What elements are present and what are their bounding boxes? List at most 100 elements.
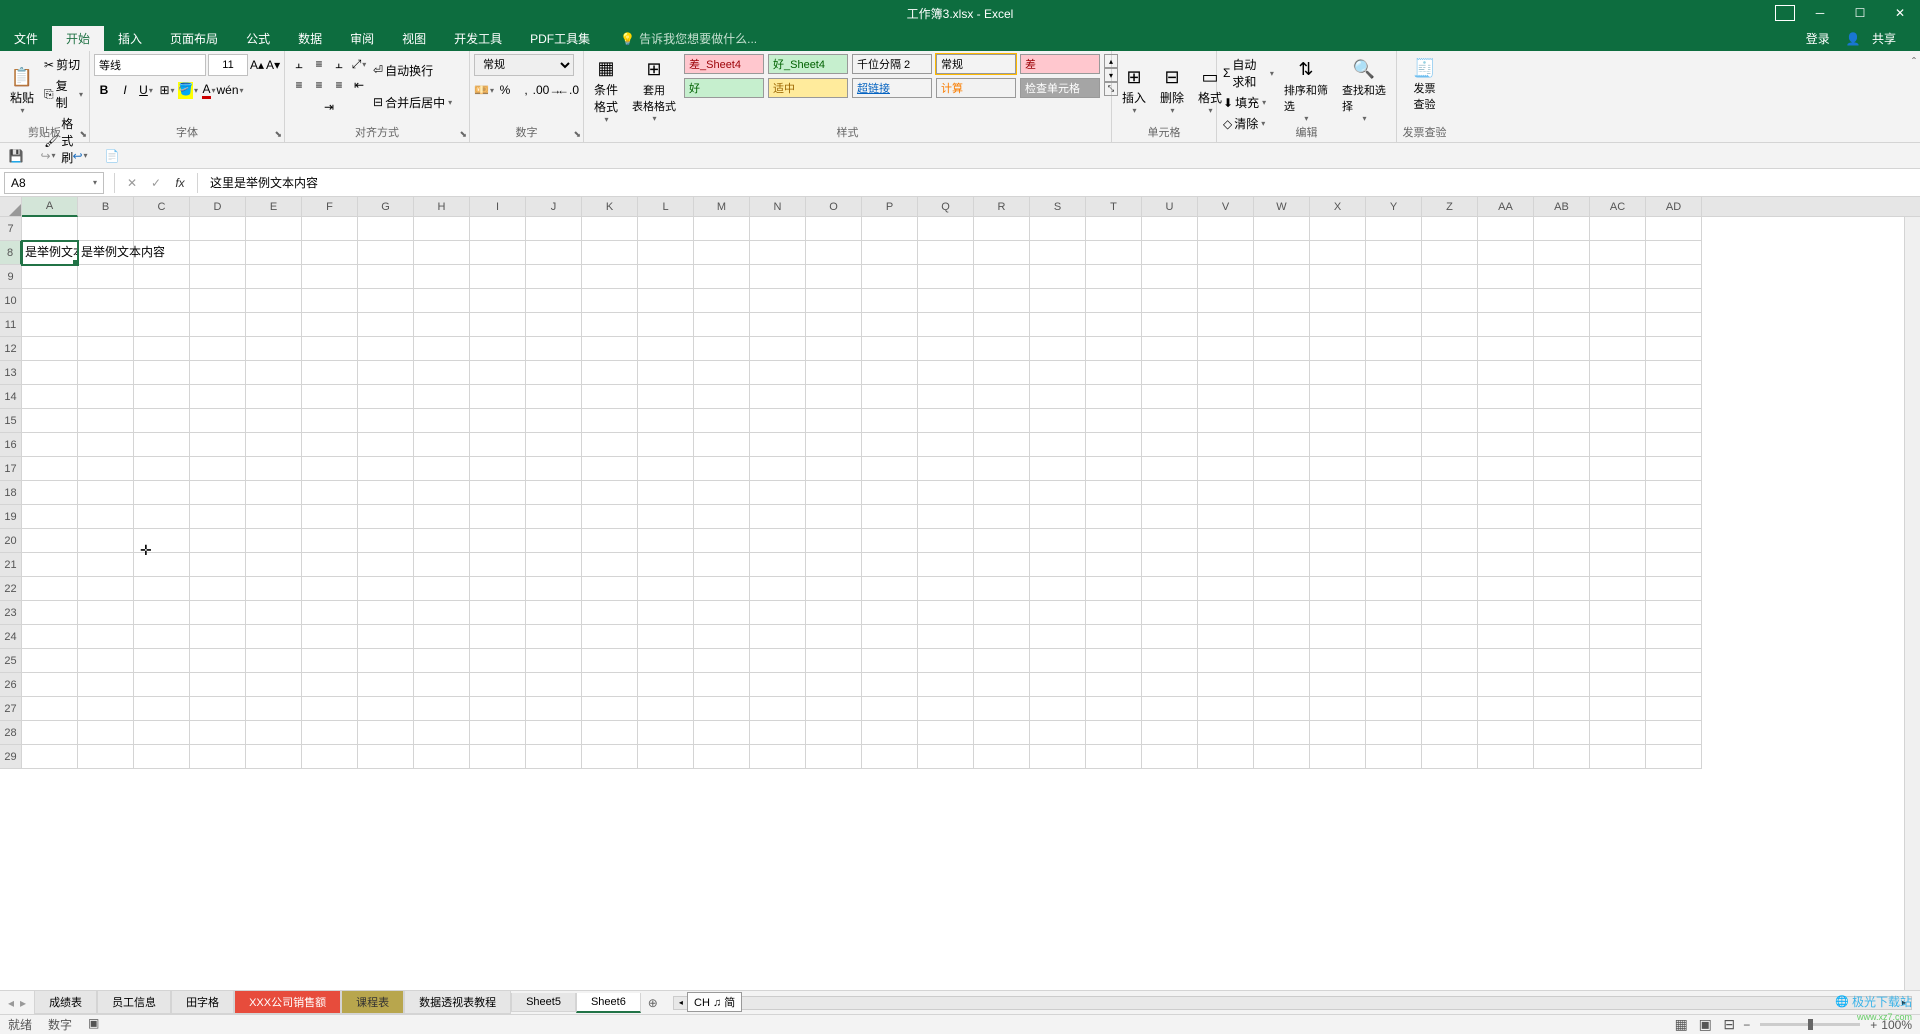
cell[interactable]	[806, 433, 862, 457]
cell[interactable]	[1142, 481, 1198, 505]
cell[interactable]	[918, 625, 974, 649]
cell[interactable]	[1086, 337, 1142, 361]
cell[interactable]	[1590, 313, 1646, 337]
cell[interactable]	[862, 433, 918, 457]
cell[interactable]	[750, 505, 806, 529]
cell[interactable]	[134, 529, 190, 553]
cell[interactable]	[1310, 433, 1366, 457]
cell[interactable]	[1086, 265, 1142, 289]
cell[interactable]	[246, 265, 302, 289]
cell[interactable]	[1422, 433, 1478, 457]
italic-button[interactable]: I	[115, 80, 135, 100]
cell[interactable]	[1310, 529, 1366, 553]
cell[interactable]	[750, 337, 806, 361]
cell[interactable]	[974, 697, 1030, 721]
cell[interactable]	[582, 745, 638, 769]
cell[interactable]	[1310, 601, 1366, 625]
delete-cell-button[interactable]: ⊟删除▾	[1154, 54, 1190, 126]
sheet-tab[interactable]: 数据透视表教程	[404, 991, 511, 1014]
cell[interactable]	[1422, 241, 1478, 265]
font-size-select[interactable]	[208, 54, 248, 76]
cell[interactable]	[1590, 649, 1646, 673]
cell[interactable]	[1422, 337, 1478, 361]
cell[interactable]	[1254, 673, 1310, 697]
cell[interactable]	[1030, 649, 1086, 673]
style-good[interactable]: 好_Sheet4	[768, 54, 848, 74]
indent-dec-button[interactable]: ⇤	[349, 75, 369, 95]
cell[interactable]	[358, 313, 414, 337]
cell[interactable]	[806, 673, 862, 697]
col-header[interactable]: Y	[1366, 197, 1422, 217]
cell[interactable]	[1086, 601, 1142, 625]
cell[interactable]	[1086, 289, 1142, 313]
cell[interactable]	[638, 673, 694, 697]
cell[interactable]	[246, 553, 302, 577]
cell[interactable]	[1366, 217, 1422, 241]
cell[interactable]	[1254, 217, 1310, 241]
cell[interactable]	[358, 385, 414, 409]
cell[interactable]	[414, 385, 470, 409]
cell[interactable]	[1030, 601, 1086, 625]
cell[interactable]	[1534, 577, 1590, 601]
cell[interactable]	[638, 601, 694, 625]
cell[interactable]	[582, 337, 638, 361]
cell[interactable]	[414, 745, 470, 769]
cell[interactable]	[974, 337, 1030, 361]
cell[interactable]	[1086, 625, 1142, 649]
cell[interactable]	[358, 433, 414, 457]
cell[interactable]	[862, 481, 918, 505]
cell[interactable]	[694, 457, 750, 481]
cell[interactable]	[302, 721, 358, 745]
cell[interactable]	[1366, 481, 1422, 505]
cell[interactable]	[358, 337, 414, 361]
cell[interactable]	[638, 409, 694, 433]
cell[interactable]	[358, 649, 414, 673]
cell[interactable]	[1646, 697, 1702, 721]
row-header[interactable]: 13	[0, 361, 22, 385]
cell[interactable]	[246, 697, 302, 721]
cell[interactable]	[694, 721, 750, 745]
cell[interactable]	[190, 745, 246, 769]
cell[interactable]	[918, 265, 974, 289]
cell[interactable]	[302, 625, 358, 649]
cell[interactable]	[694, 529, 750, 553]
cell[interactable]	[1254, 409, 1310, 433]
cell[interactable]	[1590, 337, 1646, 361]
col-header[interactable]: G	[358, 197, 414, 217]
row-header[interactable]: 16	[0, 433, 22, 457]
cell[interactable]	[414, 649, 470, 673]
cell[interactable]	[1422, 721, 1478, 745]
cell[interactable]	[1086, 241, 1142, 265]
cell[interactable]	[1646, 577, 1702, 601]
cell[interactable]	[302, 289, 358, 313]
cell[interactable]	[190, 625, 246, 649]
cell[interactable]	[22, 385, 78, 409]
cell[interactable]	[806, 529, 862, 553]
cell[interactable]	[526, 217, 582, 241]
cell[interactable]	[302, 553, 358, 577]
cell[interactable]	[1198, 385, 1254, 409]
cell[interactable]	[750, 601, 806, 625]
name-box[interactable]: A8▾	[4, 172, 104, 194]
menu-file[interactable]: 文件	[0, 26, 52, 51]
cell[interactable]	[78, 601, 134, 625]
cell[interactable]	[470, 481, 526, 505]
cell[interactable]	[358, 577, 414, 601]
horizontal-scrollbar[interactable]: ◂▸	[673, 996, 1912, 1010]
row-header[interactable]: 12	[0, 337, 22, 361]
cell[interactable]	[134, 457, 190, 481]
cell[interactable]	[974, 457, 1030, 481]
cell[interactable]	[694, 649, 750, 673]
cell[interactable]	[1422, 385, 1478, 409]
cell[interactable]	[1030, 265, 1086, 289]
cell[interactable]	[750, 649, 806, 673]
row-header[interactable]: 25	[0, 649, 22, 673]
cell[interactable]	[1254, 481, 1310, 505]
menu-layout[interactable]: 页面布局	[156, 26, 232, 51]
cell[interactable]	[582, 265, 638, 289]
cell[interactable]	[918, 577, 974, 601]
cell[interactable]	[302, 481, 358, 505]
cell[interactable]	[1422, 673, 1478, 697]
cell[interactable]	[694, 673, 750, 697]
cell[interactable]	[22, 361, 78, 385]
